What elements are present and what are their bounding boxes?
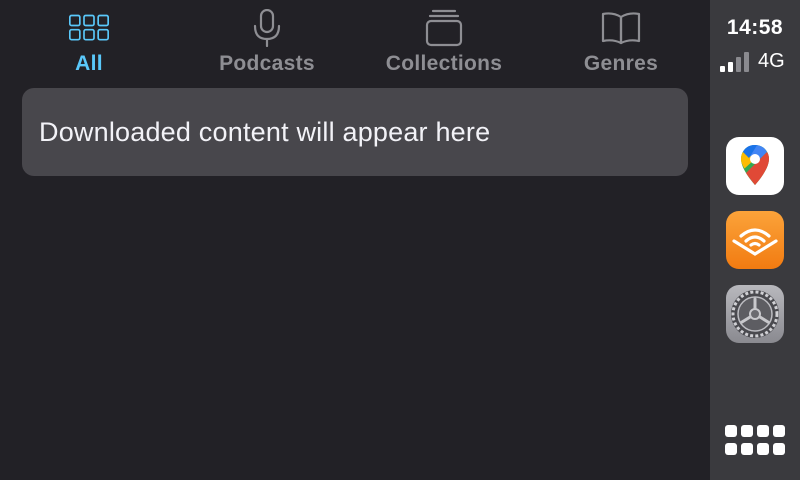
tab-all-label: All [75, 52, 103, 75]
tab-genres[interactable]: Genres [584, 0, 658, 84]
signal-bar [744, 52, 749, 72]
grid-dot [757, 425, 769, 437]
signal-bar [728, 62, 733, 72]
stack-icon [424, 8, 464, 48]
main-area: All Podcasts Collections Genres Download… [0, 0, 710, 480]
status-clock: 14:58 [726, 16, 784, 39]
empty-state-message: Downloaded content will appear here [39, 116, 491, 147]
microphone-icon [247, 8, 287, 48]
network-type: 4G [758, 50, 785, 72]
tab-collections[interactable]: Collections [386, 0, 502, 84]
empty-state-card: Downloaded content will appear here [22, 88, 688, 176]
book-icon [601, 8, 641, 48]
tab-bar: All Podcasts Collections Genres [0, 0, 710, 84]
grid-dot [741, 443, 753, 455]
app-grid-button[interactable] [725, 425, 785, 457]
signal-bars-icon [720, 52, 754, 72]
settings-gear-icon [726, 290, 784, 343]
settings-app[interactable] [726, 285, 784, 343]
signal-bar [720, 66, 725, 72]
tab-genres-label: Genres [583, 52, 659, 75]
tab-podcasts-label: Podcasts [219, 52, 315, 75]
audible-app[interactable] [726, 211, 784, 269]
audible-icon [726, 228, 784, 269]
cellular-status: 4G [720, 50, 796, 74]
grid-dot [773, 425, 785, 437]
grid-dot [725, 443, 737, 455]
grid-icon [69, 8, 109, 48]
grid-dot [741, 425, 753, 437]
grid-dot [725, 425, 737, 437]
tab-podcasts[interactable]: Podcasts [219, 0, 315, 84]
sidebar: 14:58 4G [710, 0, 800, 480]
google-maps-app[interactable] [726, 137, 784, 195]
signal-bar [736, 57, 741, 72]
grid-dot [757, 443, 769, 455]
google-maps-icon [726, 145, 784, 195]
grid-dot [773, 443, 785, 455]
tab-all[interactable]: All [69, 0, 109, 84]
tab-collections-label: Collections [385, 52, 503, 75]
